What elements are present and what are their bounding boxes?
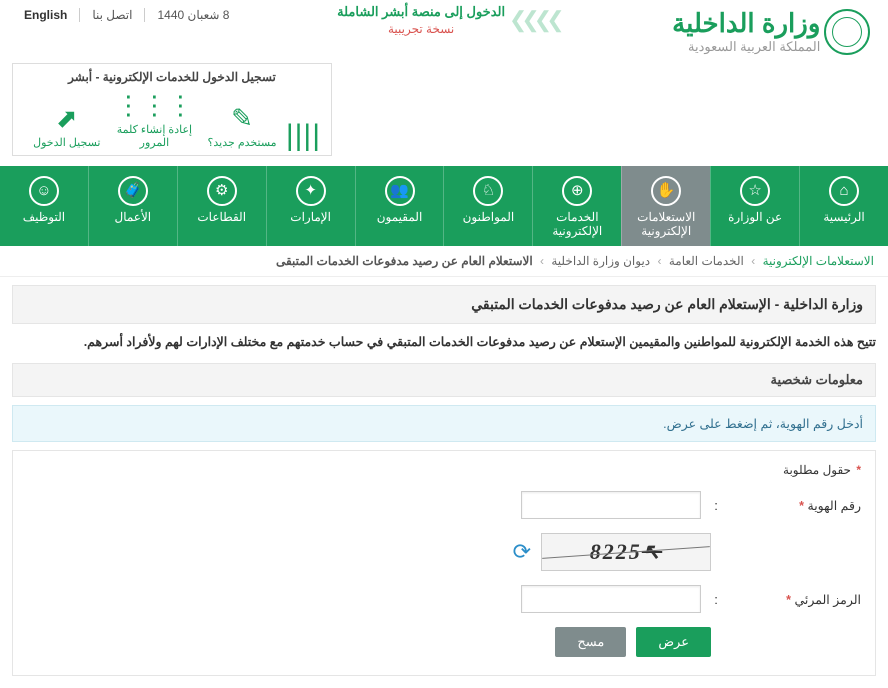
- query-form: * حقول مطلوبة رقم الهوية * : ↖8225 ⟳ الر…: [12, 450, 876, 676]
- nav-icon: ♘: [473, 176, 503, 206]
- submit-button[interactable]: عرض: [636, 627, 711, 657]
- nav-التوظيف[interactable]: ☺التوظيف: [0, 166, 88, 246]
- contact-link[interactable]: اتصل بنا: [79, 8, 132, 22]
- nav-المقيمون[interactable]: 👥المقيمون: [355, 166, 444, 246]
- nav-الإمارات[interactable]: ✦الإمارات: [266, 166, 355, 246]
- logo-subtitle: المملكة العربية السعودية: [672, 39, 820, 55]
- required-note: * حقول مطلوبة: [27, 463, 861, 477]
- edit-icon: ✎: [198, 103, 286, 134]
- nav-icon: ☺: [29, 176, 59, 206]
- nav-القطاعات[interactable]: ⚙القطاعات: [177, 166, 266, 246]
- nav-المواطنون[interactable]: ♘المواطنون: [443, 166, 532, 246]
- id-input[interactable]: [521, 491, 701, 519]
- hijri-date: 8 شعبان 1440: [144, 8, 229, 22]
- top-links: 8 شعبان 1440 اتصل بنا English: [12, 8, 229, 22]
- absher-logo-icon: ||||: [286, 123, 321, 149]
- absher-login-widget: تسجيل الدخول للخدمات الإلكترونية - أبشر …: [12, 63, 332, 156]
- reset-password-link[interactable]: ⋮⋮⋮ إعادة إنشاء كلمة المرور: [111, 90, 199, 149]
- absher-line2: نسخة تجريبية: [337, 22, 505, 36]
- nav-icon: ⊕: [562, 176, 592, 206]
- nav-الاستعلامات الإلكترونية[interactable]: ✋الاستعلامات الإلكترونية: [621, 166, 710, 246]
- captcha-refresh-icon[interactable]: ⟳: [513, 539, 531, 565]
- nav-icon: ⌂: [829, 176, 859, 206]
- info-message: أدخل رقم الهوية، ثم إضغط على عرض.: [12, 405, 876, 442]
- nav-icon: ✋: [651, 176, 681, 206]
- absher-line1: الدخول إلى منصة أبشر الشاملة: [337, 4, 505, 20]
- nav-icon: 👥: [385, 176, 415, 206]
- language-toggle[interactable]: English: [12, 8, 67, 22]
- absher-banner[interactable]: ❮❮❮❮ الدخول إلى منصة أبشر الشاملة نسخة ت…: [337, 4, 564, 36]
- bc-root[interactable]: الاستعلامات الإلكترونية: [763, 254, 874, 268]
- breadcrumb: الاستعلامات الإلكترونية › الخدمات العامة…: [0, 246, 888, 277]
- captcha-image: ↖8225: [541, 533, 711, 571]
- captcha-input[interactable]: [521, 585, 701, 613]
- nav-الرئيسية[interactable]: ⌂الرئيسية: [799, 166, 888, 246]
- id-label: رقم الهوية *: [731, 498, 861, 513]
- logo-title: وزارة الداخلية: [672, 8, 820, 39]
- nav-الخدمات الإلكترونية[interactable]: ⊕الخدمات الإلكترونية: [532, 166, 621, 246]
- page-title: وزارة الداخلية - الإستعلام العام عن رصيد…: [12, 285, 876, 324]
- main-nav: ⌂الرئيسية☆عن الوزارة✋الاستعلامات الإلكتر…: [0, 166, 888, 246]
- service-description: تتيح هذه الخدمة الإلكترونية للمواطنين وا…: [12, 332, 876, 353]
- captcha-label: الرمز المرئي *: [731, 592, 861, 607]
- nav-الأعمال[interactable]: 🧳الأعمال: [88, 166, 177, 246]
- section-personal-info: معلومات شخصية: [12, 363, 876, 397]
- login-widget-title: تسجيل الدخول للخدمات الإلكترونية - أبشر: [23, 70, 321, 84]
- nav-عن الوزارة[interactable]: ☆عن الوزارة: [710, 166, 799, 246]
- nav-icon: ⚙: [207, 176, 237, 206]
- nav-icon: 🧳: [118, 176, 148, 206]
- bc-l2[interactable]: ديوان وزارة الداخلية: [551, 254, 650, 268]
- nav-icon: ✦: [296, 176, 326, 206]
- site-logo: وزارة الداخلية المملكة العربية السعودية: [672, 8, 876, 55]
- reset-button[interactable]: مسح: [555, 627, 626, 657]
- new-user-link[interactable]: ✎ مستخدم جديد؟: [198, 103, 286, 149]
- bc-l1[interactable]: الخدمات العامة: [669, 254, 744, 268]
- login-link[interactable]: ⬈ تسجيل الدخول: [23, 103, 111, 149]
- nav-icon: ☆: [740, 176, 770, 206]
- emblem-icon: [824, 9, 870, 55]
- chevron-left-icon: ❮❮❮❮: [515, 7, 565, 33]
- bc-current: الاستعلام العام عن رصيد مدفوعات الخدمات …: [276, 254, 533, 268]
- login-arrow-icon: ⬈: [23, 103, 111, 134]
- keypad-icon: ⋮⋮⋮: [111, 90, 199, 121]
